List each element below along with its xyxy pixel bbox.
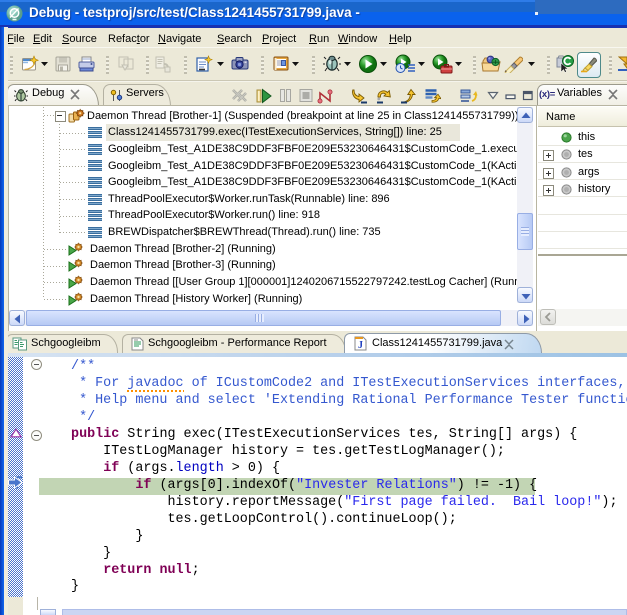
svg-text:J: J <box>358 340 363 351</box>
